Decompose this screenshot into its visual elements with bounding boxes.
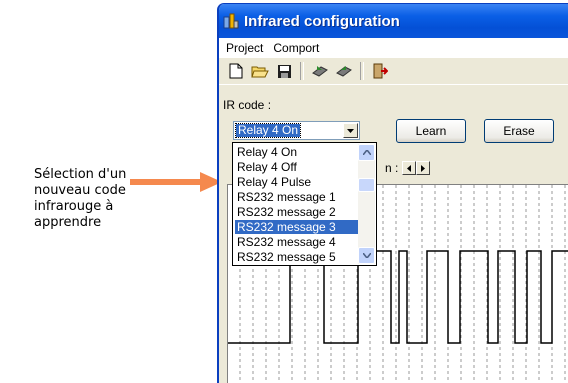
dropdown-option[interactable]: RS232 message 1 xyxy=(235,190,359,204)
window-title: Infrared configuration xyxy=(244,12,400,30)
exit-icon[interactable] xyxy=(369,60,391,82)
menu-project[interactable]: Project xyxy=(222,41,269,55)
save-icon[interactable] xyxy=(273,60,295,82)
chevron-down-icon[interactable] xyxy=(343,123,358,138)
app-icon xyxy=(223,13,239,29)
scroll-right-icon[interactable] xyxy=(416,161,431,175)
time-scroll-label: n : xyxy=(385,161,399,175)
ir-code-label: IR code : xyxy=(223,98,272,112)
dropdown-scrollbar[interactable] xyxy=(358,144,375,264)
learn-button[interactable]: Learn xyxy=(396,119,466,143)
menu-bar: Project Comport xyxy=(219,38,568,58)
new-file-icon[interactable] xyxy=(225,60,247,82)
dropdown-option[interactable]: RS232 message 4 xyxy=(235,235,359,249)
toolbar-separator xyxy=(300,62,304,80)
ir-code-dropdown[interactable]: Relay 4 On Relay 4 Off Relay 4 Pulse RS232 … xyxy=(232,142,377,266)
annotation-line: apprendre xyxy=(34,215,102,230)
time-scroll: n : xyxy=(385,161,431,175)
menu-comport[interactable]: Comport xyxy=(269,41,325,55)
dropdown-option[interactable]: Relay 4 Off xyxy=(235,160,359,174)
annotation-arrow xyxy=(130,172,222,192)
upload-icon[interactable] xyxy=(309,60,331,82)
annotation-line: Sélection d'un xyxy=(34,167,127,182)
dropdown-option[interactable]: Relay 4 Pulse xyxy=(235,175,359,189)
erase-button[interactable]: Erase xyxy=(484,119,554,143)
annotation-text: Sélection d'un nouveau code infrarouge à… xyxy=(34,167,144,231)
annotation-line: infrarouge à xyxy=(34,199,114,214)
title-bar[interactable]: Infrared configuration xyxy=(219,4,568,38)
scroll-down-icon[interactable] xyxy=(358,247,375,264)
ir-code-select[interactable]: Relay 4 On xyxy=(233,121,360,140)
dropdown-option[interactable]: RS232 message 3 xyxy=(235,220,359,234)
scroll-left-icon[interactable] xyxy=(402,161,417,175)
scroll-thumb[interactable] xyxy=(358,178,375,192)
toolbar xyxy=(219,58,568,85)
ir-code-value: Relay 4 On xyxy=(234,123,302,138)
dropdown-option[interactable]: RS232 message 2 xyxy=(235,205,359,219)
scroll-up-icon[interactable] xyxy=(358,144,375,161)
annotation-line: nouveau code xyxy=(34,183,126,198)
dropdown-option[interactable]: RS232 message 5 xyxy=(235,250,359,264)
dropdown-option[interactable]: Relay 4 On xyxy=(235,145,359,159)
toolbar-separator xyxy=(360,62,364,80)
open-folder-icon[interactable] xyxy=(249,60,271,82)
download-icon[interactable] xyxy=(333,60,355,82)
